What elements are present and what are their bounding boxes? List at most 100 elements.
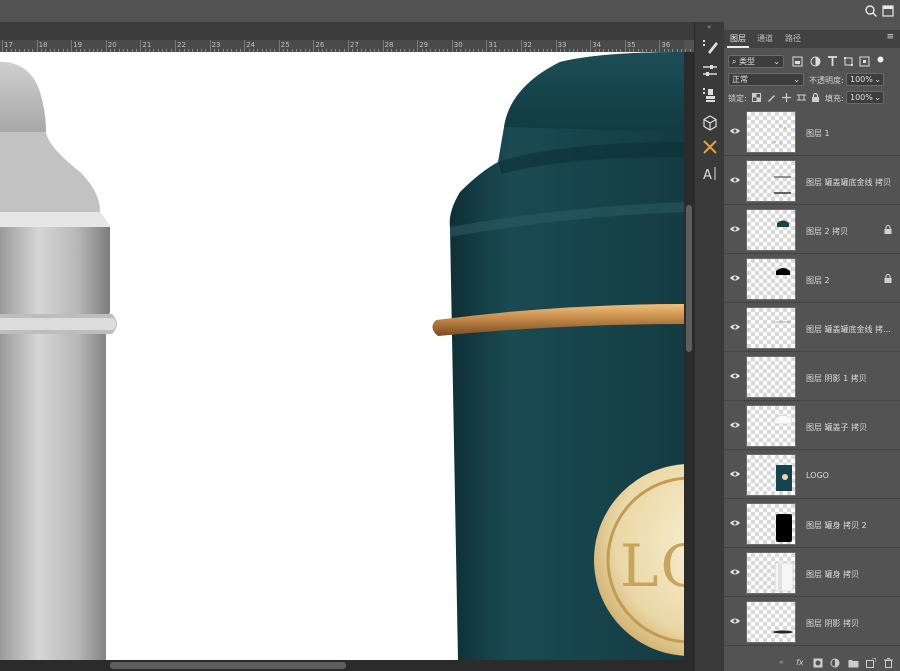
ruler-tick-label: 33 bbox=[557, 41, 567, 49]
visibility-eye-icon[interactable] bbox=[730, 127, 740, 135]
layer-row[interactable]: 图层 罐身 拷贝 bbox=[724, 549, 900, 597]
layer-thumbnail[interactable] bbox=[746, 454, 796, 496]
layer-row[interactable]: 图层 罐身 拷贝 2 bbox=[724, 500, 900, 548]
layer-thumbnail[interactable] bbox=[746, 356, 796, 398]
active-tab-indicator bbox=[727, 46, 749, 48]
adjustments-icon[interactable] bbox=[698, 60, 722, 82]
layer-thumbnail[interactable] bbox=[746, 503, 796, 545]
visibility-eye-icon[interactable] bbox=[730, 274, 740, 282]
lock-transparent-icon[interactable] bbox=[752, 93, 761, 102]
visibility-eye-icon[interactable] bbox=[730, 372, 740, 380]
tab-layers[interactable]: 图层 bbox=[730, 33, 746, 44]
visibility-eye-icon[interactable] bbox=[730, 176, 740, 184]
layer-thumbnail[interactable] bbox=[746, 258, 796, 300]
layer-row[interactable]: 图层 阴影 拷贝 bbox=[724, 598, 900, 646]
vertical-scrollbar[interactable] bbox=[684, 52, 694, 660]
search-icon[interactable] bbox=[864, 4, 878, 18]
lock-position-icon[interactable] bbox=[782, 93, 791, 102]
tab-paths[interactable]: 路径 bbox=[785, 33, 801, 44]
layer-thumbnail[interactable] bbox=[746, 111, 796, 153]
layer-thumbnail[interactable] bbox=[746, 160, 796, 202]
layer-row[interactable]: 图层 2 bbox=[724, 255, 900, 303]
layer-row[interactable]: 图层 罐盖罐底金线 拷贝 bbox=[724, 157, 900, 205]
layer-row[interactable]: LOGO bbox=[724, 451, 900, 499]
layer-row[interactable]: 图层 阴影 1 拷贝 bbox=[724, 353, 900, 401]
chevron-down-icon: ⌄ bbox=[773, 57, 780, 66]
panel-tabs: 图层 通道 路径 ≡ bbox=[724, 30, 900, 48]
ruler-tick-label: 29 bbox=[419, 41, 429, 49]
ruler-tick-label: 36 bbox=[661, 41, 671, 49]
workspace-icon[interactable] bbox=[882, 4, 894, 18]
panel-menu-icon[interactable]: ≡ bbox=[886, 32, 894, 42]
new-group-icon[interactable] bbox=[848, 658, 859, 668]
visibility-eye-icon[interactable] bbox=[730, 323, 740, 331]
horizontal-scrollbar-thumb[interactable] bbox=[110, 662, 346, 669]
ruler-tick-label: 34 bbox=[592, 41, 602, 49]
visibility-eye-icon[interactable] bbox=[730, 617, 740, 625]
layer-row[interactable]: 图层 罐盖罐底金线 拷... bbox=[724, 304, 900, 352]
logo-text: LO bbox=[620, 532, 684, 600]
layer-name[interactable]: 图层 2 bbox=[806, 275, 830, 286]
filter-smart-object-icon[interactable] bbox=[859, 56, 870, 67]
character-icon[interactable]: A bbox=[698, 162, 722, 184]
stamp-icon[interactable] bbox=[698, 84, 722, 106]
layer-name[interactable]: 图层 罐盖子 拷贝 bbox=[806, 422, 867, 433]
fill-field[interactable]: 100% ⌄ bbox=[846, 91, 884, 104]
layer-name[interactable]: 图层 1 bbox=[806, 128, 830, 139]
layer-row[interactable]: 图层 罐盖子 拷贝 bbox=[724, 402, 900, 450]
add-mask-icon[interactable] bbox=[813, 658, 823, 668]
ruler-tick bbox=[486, 40, 488, 52]
filter-pixel-icon[interactable] bbox=[792, 56, 803, 67]
visibility-eye-icon[interactable] bbox=[730, 470, 740, 478]
layer-thumbnail[interactable] bbox=[746, 601, 796, 643]
filter-kind-select[interactable]: ⌕ 类型 ⌄ bbox=[728, 55, 784, 68]
layer-name[interactable]: 图层 罐身 拷贝 bbox=[806, 569, 859, 580]
silver-canister bbox=[0, 62, 117, 660]
filter-toggle-icon[interactable] bbox=[876, 55, 885, 64]
lock-pixels-icon[interactable] bbox=[767, 93, 776, 102]
visibility-eye-icon[interactable] bbox=[730, 519, 740, 527]
filter-type-icon[interactable] bbox=[827, 56, 838, 67]
layer-thumbnail[interactable] bbox=[746, 307, 796, 349]
ruler-tick-label: 20 bbox=[107, 41, 117, 49]
brush-icon[interactable] bbox=[698, 36, 722, 58]
layer-name[interactable]: 图层 阴影 1 拷贝 bbox=[806, 373, 867, 384]
new-layer-icon[interactable] bbox=[866, 658, 876, 668]
ruler-tick-label: 35 bbox=[626, 41, 636, 49]
delete-layer-icon[interactable] bbox=[884, 658, 893, 668]
layer-row[interactable]: 图层 2 拷贝 bbox=[724, 206, 900, 254]
lock-artboard-icon[interactable] bbox=[797, 93, 806, 102]
layer-thumbnail[interactable] bbox=[746, 405, 796, 447]
blend-mode-select[interactable]: 正常 ⌄ bbox=[728, 73, 804, 86]
layer-name[interactable]: 图层 2 拷贝 bbox=[806, 226, 848, 237]
visibility-eye-icon[interactable] bbox=[730, 568, 740, 576]
tab-channels[interactable]: 通道 bbox=[757, 33, 773, 44]
collapse-panel-icon[interactable]: « bbox=[707, 23, 711, 31]
ruler-tick-label: 30 bbox=[453, 41, 463, 49]
fx-button[interactable]: fx bbox=[796, 658, 804, 667]
layer-thumbnail[interactable] bbox=[746, 209, 796, 251]
new-adjustment-icon[interactable] bbox=[830, 658, 840, 668]
filter-search-icon: ⌕ bbox=[732, 57, 737, 66]
filter-adjustment-icon[interactable] bbox=[810, 56, 821, 67]
link-layers-icon[interactable]: ⚭ bbox=[778, 658, 785, 667]
document-tab-bar bbox=[0, 22, 694, 40]
3d-cube-icon[interactable] bbox=[698, 112, 722, 134]
horizontal-scrollbar[interactable] bbox=[0, 660, 694, 671]
layer-list[interactable]: 图层 1 图层 罐盖罐底金线 拷贝 图层 2 拷贝 图层 2 图层 罐盖罐底金线 拷..… bbox=[724, 108, 900, 656]
opacity-field[interactable]: 100% ⌄ bbox=[846, 73, 884, 86]
tools-crossed-icon[interactable] bbox=[698, 136, 722, 158]
layer-row[interactable]: 图层 1 bbox=[724, 108, 900, 156]
vertical-scrollbar-thumb[interactable] bbox=[686, 205, 692, 352]
layer-name[interactable]: LOGO bbox=[806, 471, 829, 480]
document-canvas[interactable]: LO bbox=[0, 52, 684, 660]
layer-name[interactable]: 图层 罐盖罐底金线 拷... bbox=[806, 324, 891, 335]
layer-thumbnail[interactable] bbox=[746, 552, 796, 594]
layer-name[interactable]: 图层 阴影 拷贝 bbox=[806, 618, 859, 629]
visibility-eye-icon[interactable] bbox=[730, 225, 740, 233]
layer-name[interactable]: 图层 罐盖罐底金线 拷贝 bbox=[806, 177, 891, 188]
layer-name[interactable]: 图层 罐身 拷贝 2 bbox=[806, 520, 867, 531]
lock-all-icon[interactable] bbox=[811, 93, 820, 102]
visibility-eye-icon[interactable] bbox=[730, 421, 740, 429]
filter-shape-icon[interactable] bbox=[843, 56, 854, 67]
